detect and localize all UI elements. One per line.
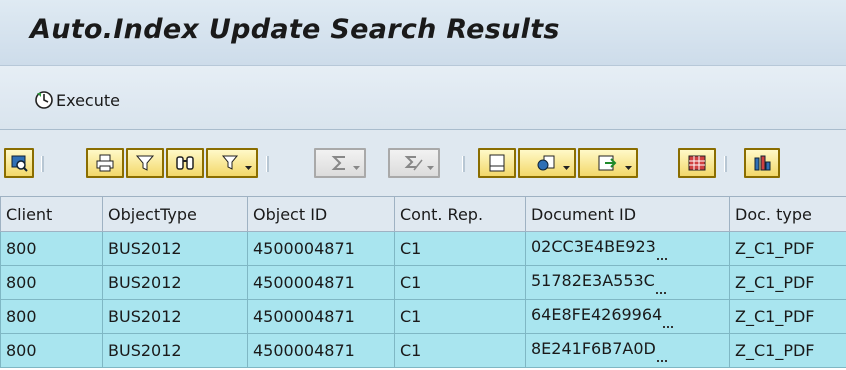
sum-button[interactable] xyxy=(314,148,366,178)
views-button[interactable] xyxy=(518,148,576,178)
document-id-text: 64E8FE4269964 xyxy=(531,305,663,324)
column-header-document-id[interactable]: Document ID xyxy=(525,196,730,232)
details-icon xyxy=(11,155,28,172)
column-header-object-id[interactable]: Object ID xyxy=(247,196,395,232)
sum-icon xyxy=(331,156,345,170)
sort-button[interactable] xyxy=(126,148,164,178)
export-button[interactable] xyxy=(578,148,638,178)
cell-document-id[interactable]: 8E241F6B7A0D xyxy=(525,333,730,368)
truncation-ellipsis xyxy=(655,289,666,294)
toolbar-separator xyxy=(41,156,44,172)
set-filter-icon xyxy=(221,155,239,170)
print-button[interactable] xyxy=(86,148,124,178)
execute-label: Execute xyxy=(56,90,120,110)
table-row[interactable]: 800 BUS2012 4500004871 C1 8E241F6B7A0D Z… xyxy=(0,333,846,368)
find-button[interactable] xyxy=(166,148,204,178)
execute-clock-icon xyxy=(35,91,53,109)
cell-object-type[interactable]: BUS2012 xyxy=(102,231,248,266)
column-header-doc-type[interactable]: Doc. type xyxy=(729,196,846,232)
find-icon xyxy=(176,156,194,170)
print-icon xyxy=(96,154,114,172)
dropdown-arrow-icon xyxy=(353,166,360,170)
title-bar: Auto.Index Update Search Results xyxy=(0,0,846,66)
table-row[interactable]: 800 BUS2012 4500004871 C1 02CC3E4BE923 Z… xyxy=(0,231,846,266)
dropdown-arrow-icon xyxy=(563,166,570,170)
export-icon xyxy=(598,155,617,171)
subtotal-icon xyxy=(404,156,423,171)
column-header-cont-rep[interactable]: Cont. Rep. xyxy=(394,196,526,232)
set-filter-button[interactable] xyxy=(206,148,258,178)
views-icon xyxy=(537,155,555,171)
cell-doc-type[interactable]: Z_C1_PDF xyxy=(729,333,846,368)
cell-client[interactable]: 800 xyxy=(0,333,103,368)
cell-cont-rep[interactable]: C1 xyxy=(394,333,526,368)
select-layout-icon xyxy=(688,155,706,171)
cell-doc-type[interactable]: Z_C1_PDF xyxy=(729,231,846,266)
toolbar-separator xyxy=(266,156,269,172)
cell-object-type[interactable]: BUS2012 xyxy=(102,333,248,368)
cell-object-id[interactable]: 4500004871 xyxy=(247,333,395,368)
results-table: Client ObjectType Object ID Cont. Rep. D… xyxy=(0,196,846,368)
print-preview-icon xyxy=(489,154,505,172)
cell-object-type[interactable]: BUS2012 xyxy=(102,265,248,300)
print-preview-button[interactable] xyxy=(478,148,516,178)
cell-object-id[interactable]: 4500004871 xyxy=(247,231,395,266)
cell-object-id[interactable]: 4500004871 xyxy=(247,265,395,300)
cell-cont-rep[interactable]: C1 xyxy=(394,265,526,300)
cell-object-type[interactable]: BUS2012 xyxy=(102,299,248,334)
report-button[interactable] xyxy=(744,148,780,178)
cell-document-id[interactable]: 64E8FE4269964 xyxy=(525,299,730,334)
execute-button[interactable]: Execute xyxy=(34,86,120,114)
dropdown-arrow-icon xyxy=(427,166,434,170)
cell-doc-type[interactable]: Z_C1_PDF xyxy=(729,265,846,300)
truncation-ellipsis xyxy=(663,323,674,328)
cell-document-id[interactable]: 02CC3E4BE923 xyxy=(525,231,730,266)
column-header-client[interactable]: Client xyxy=(0,196,103,232)
cell-client[interactable]: 800 xyxy=(0,231,103,266)
toolbar-separator xyxy=(462,156,465,172)
column-header-object-type[interactable]: ObjectType xyxy=(102,196,248,232)
document-id-text: 02CC3E4BE923 xyxy=(531,237,656,256)
cell-object-id[interactable]: 4500004871 xyxy=(247,299,395,334)
cell-cont-rep[interactable]: C1 xyxy=(394,299,526,334)
document-id-text: 8E241F6B7A0D xyxy=(531,339,656,358)
table-row[interactable]: 800 BUS2012 4500004871 C1 51782E3A553C Z… xyxy=(0,265,846,300)
table-row[interactable]: 800 BUS2012 4500004871 C1 64E8FE4269964 … xyxy=(0,299,846,334)
cell-document-id[interactable]: 51782E3A553C xyxy=(525,265,730,300)
truncation-ellipsis xyxy=(656,255,667,260)
cell-doc-type[interactable]: Z_C1_PDF xyxy=(729,299,846,334)
subtotal-button[interactable] xyxy=(388,148,440,178)
select-layout-button[interactable] xyxy=(678,148,716,178)
cell-client[interactable]: 800 xyxy=(0,265,103,300)
cell-client[interactable]: 800 xyxy=(0,299,103,334)
details-button[interactable] xyxy=(4,148,34,178)
toolbar-separator xyxy=(724,156,727,172)
dropdown-arrow-icon xyxy=(625,166,632,170)
application-toolbar xyxy=(0,66,846,130)
report-icon xyxy=(754,155,771,171)
dropdown-arrow-icon xyxy=(245,166,252,170)
filter-icon xyxy=(135,155,155,171)
document-id-text: 51782E3A553C xyxy=(531,271,655,290)
table-header-row: Client ObjectType Object ID Cont. Rep. D… xyxy=(0,196,846,232)
truncation-ellipsis xyxy=(656,357,667,362)
cell-cont-rep[interactable]: C1 xyxy=(394,231,526,266)
page-title: Auto.Index Update Search Results xyxy=(30,14,560,45)
